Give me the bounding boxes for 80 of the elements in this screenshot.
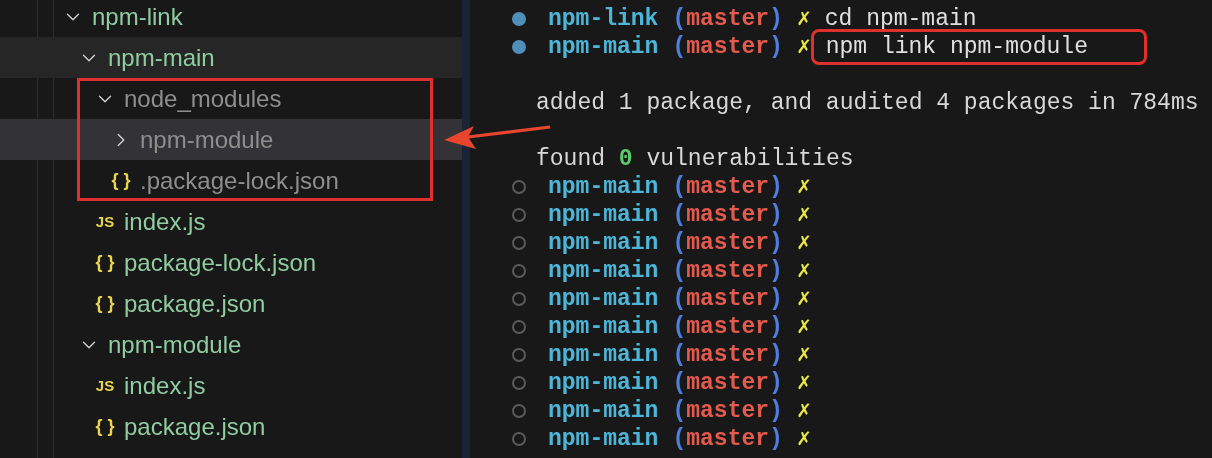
prompt-branch: master: [686, 33, 770, 61]
prompt-branch: master: [686, 5, 770, 33]
prompt-paren: (: [672, 173, 687, 201]
prompt-paren: ): [769, 229, 783, 257]
tree-item[interactable]: npm-module: [0, 324, 462, 365]
dirty-mark: ✗: [796, 33, 811, 61]
prompt-branch: master: [686, 201, 770, 229]
prompt-paren: ): [769, 285, 783, 313]
dirty-mark: ✗: [796, 369, 811, 397]
tree-item[interactable]: npm-module: [0, 119, 462, 160]
prompt-paren: (: [672, 425, 687, 453]
prompt-branch: master: [686, 341, 770, 369]
tree-item[interactable]: npm-link: [0, 0, 462, 37]
prompt-directory: npm-main: [548, 397, 659, 425]
prompt-branch: master: [686, 313, 770, 341]
prompt-branch: master: [686, 369, 770, 397]
prompt-branch: master: [686, 257, 770, 285]
tree-item[interactable]: npm-main: [0, 37, 462, 78]
prompt-paren: (: [672, 257, 687, 285]
file-type-icon: JS: [94, 377, 116, 394]
prompt-directory: npm-main: [548, 257, 659, 285]
dirty-mark: ✗: [796, 425, 811, 453]
terminal-command: npm link npm-module: [810, 29, 1147, 65]
prompt-branch: master: [686, 285, 770, 313]
prompt-paren: (: [672, 313, 687, 341]
prompt-directory: npm-main: [548, 201, 659, 229]
dirty-mark: ✗: [796, 229, 811, 257]
prompt-directory: npm-main: [548, 425, 659, 453]
file-type-icon: { }: [94, 252, 116, 273]
dirty-mark: ✗: [796, 285, 811, 313]
tree-item[interactable]: { } package.json: [0, 406, 462, 447]
prompt-paren: ): [769, 369, 783, 397]
prompt-directory: npm-main: [548, 341, 659, 369]
file-type-icon: { }: [94, 416, 116, 437]
prompt-directory: npm-main: [548, 313, 659, 341]
prompt-paren: ): [769, 173, 783, 201]
dirty-mark: ✗: [796, 173, 811, 201]
prompt-directory: npm-main: [548, 229, 659, 257]
file-type-icon: { }: [110, 170, 132, 191]
prompt-paren: ): [769, 313, 783, 341]
prompt-paren: ): [769, 397, 783, 425]
prompt-paren: ): [769, 341, 783, 369]
dirty-mark: ✗: [796, 201, 811, 229]
tree-item[interactable]: { } package.json: [0, 283, 462, 324]
prompt-paren: ): [769, 201, 783, 229]
prompt-paren: (: [672, 5, 687, 33]
prompt-directory: npm-main: [548, 33, 659, 61]
file-type-icon: JS: [94, 213, 116, 230]
terminal-output: found 0 vulnerabilities: [536, 145, 854, 173]
prompt-branch: master: [686, 229, 770, 257]
tree-item[interactable]: JS index.js: [0, 201, 462, 242]
prompt-directory: npm-link: [548, 5, 659, 33]
dirty-mark: ✗: [796, 313, 811, 341]
prompt-paren: (: [672, 201, 687, 229]
dirty-mark: ✗: [796, 341, 811, 369]
prompt-paren: (: [672, 285, 687, 313]
tree-item[interactable]: { } .package-lock.json: [0, 160, 462, 201]
tree-item[interactable]: { } package-lock.json: [0, 242, 462, 283]
prompt-branch: master: [686, 425, 770, 453]
prompt-paren: (: [672, 33, 687, 61]
prompt-paren: (: [672, 397, 687, 425]
prompt-directory: npm-main: [548, 173, 659, 201]
prompt-branch: master: [686, 173, 770, 201]
terminal-output: added 1 package, and audited 4 packages in 784ms: [536, 89, 1199, 117]
prompt-paren: ): [769, 425, 783, 453]
prompt-paren: (: [672, 341, 687, 369]
dirty-mark: ✗: [796, 257, 811, 285]
dirty-mark: ✗: [796, 5, 811, 33]
prompt-paren: (: [672, 229, 687, 257]
dirty-mark: ✗: [796, 397, 811, 425]
prompt-paren: ): [769, 257, 783, 285]
prompt-directory: npm-main: [548, 369, 659, 397]
prompt-paren: ): [769, 5, 783, 33]
tree-item[interactable]: JS index.js: [0, 365, 462, 406]
prompt-directory: npm-main: [548, 285, 659, 313]
prompt-paren: ): [769, 33, 783, 61]
prompt-paren: (: [672, 369, 687, 397]
file-type-icon: { }: [94, 293, 116, 314]
prompt-branch: master: [686, 397, 770, 425]
tree-item[interactable]: node_modules: [0, 78, 462, 119]
